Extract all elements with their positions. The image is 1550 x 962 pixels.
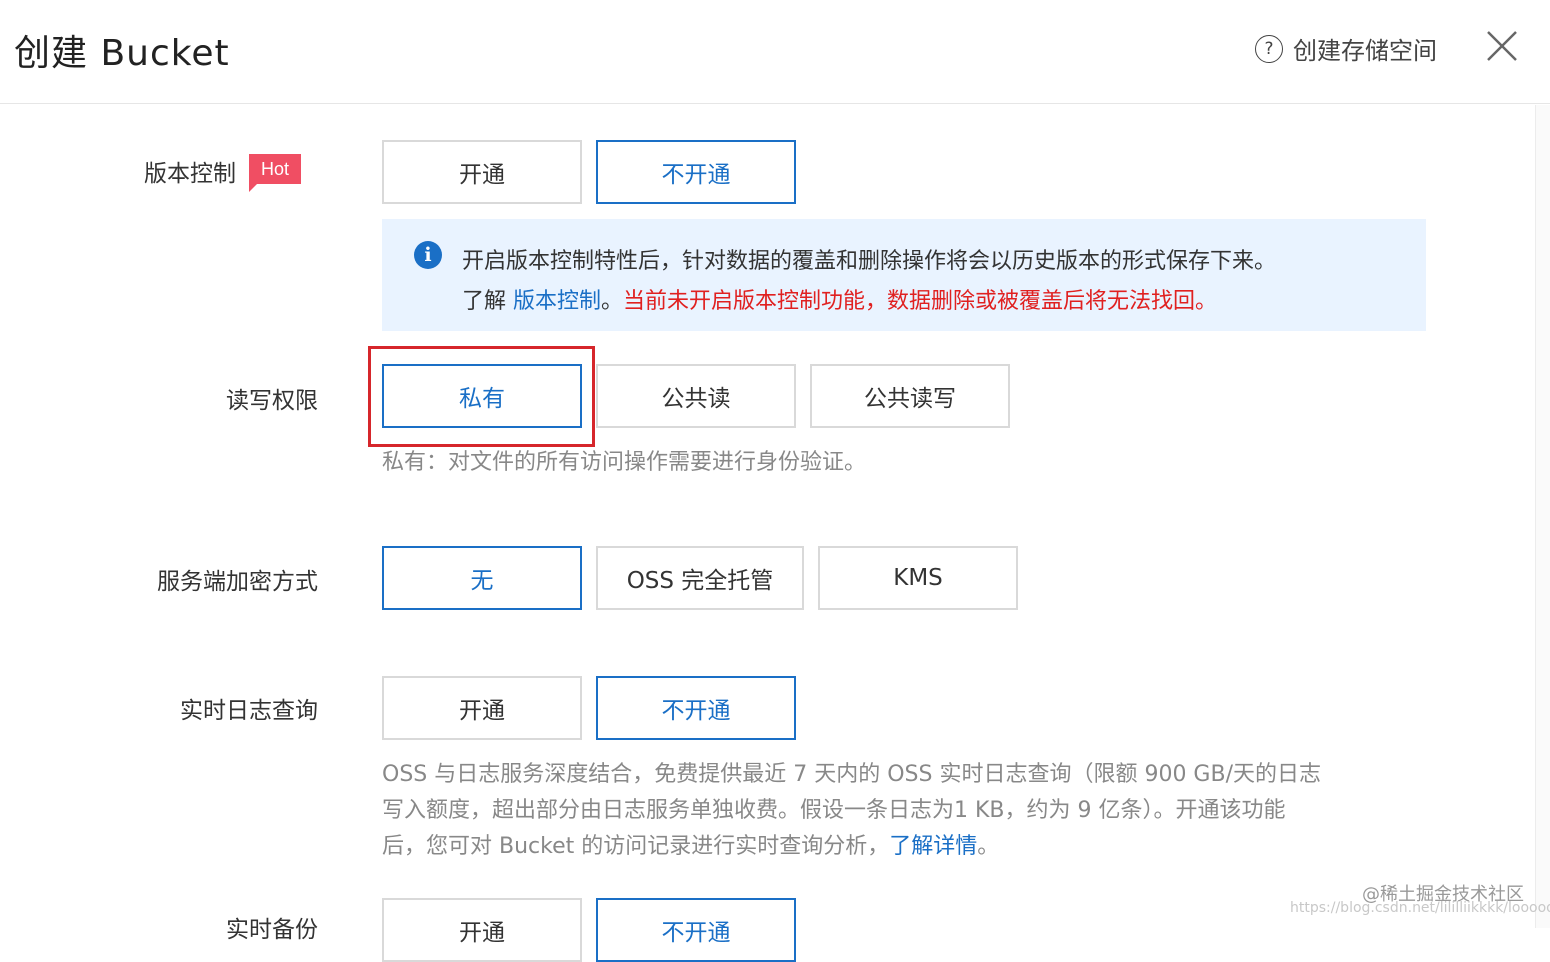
backup-on-button[interactable]: 开通 [382, 898, 582, 962]
info-text-2: 了解 版本控制。当前未开启版本控制功能，数据删除或被覆盖后将无法找回。 [462, 283, 1217, 315]
realtime-log-description-1: OSS 与日志服务深度结合，免费提供最近 7 天内的 OSS 实时日志查询（限额… [382, 762, 1321, 787]
versioning-label: 版本控制 [144, 161, 236, 187]
info-sep: 。 [601, 289, 624, 314]
close-button[interactable] [1484, 28, 1520, 64]
question-icon: ? [1255, 34, 1283, 63]
acl-public-read-button[interactable]: 公共读 [596, 364, 796, 428]
encryption-oss-managed-button[interactable]: OSS 完全托管 [596, 546, 804, 610]
help-label: 创建存储空间 [1293, 37, 1437, 65]
encryption-label: 服务端加密方式 [157, 569, 318, 595]
versioning-on-button[interactable]: 开通 [382, 140, 582, 204]
help-link[interactable]: ? 创建存储空间 [1255, 31, 1437, 66]
info-prefix: 了解 [462, 289, 507, 314]
encryption-none-button[interactable]: 无 [382, 546, 582, 610]
realtime-log-on-button[interactable]: 开通 [382, 676, 582, 740]
versioning-warning: 当前未开启版本控制功能，数据删除或被覆盖后将无法找回。 [623, 289, 1218, 314]
acl-label: 读写权限 [226, 388, 318, 414]
backup-label: 实时备份 [226, 917, 318, 943]
highlight-box [368, 346, 595, 447]
versioning-doc-link[interactable]: 版本控制 [513, 289, 601, 314]
dialog-title: 创建 Bucket [14, 33, 230, 74]
versioning-info-box: i 开启版本控制特性后，针对数据的覆盖和删除操作将会以历史版本的形式保存下来。 … [382, 219, 1426, 331]
acl-public-read-write-button[interactable]: 公共读写 [810, 364, 1010, 428]
realtime-log-learn-more-link[interactable]: 了解详情 [889, 834, 977, 859]
versioning-off-button[interactable]: 不开通 [596, 140, 796, 204]
info-text: 开启版本控制特性后，针对数据的覆盖和删除操作将会以历史版本的形式保存下来。 [462, 249, 1277, 274]
realtime-log-description-2: 写入额度，超出部分由日志服务单独收费。假设一条日志为1 KB，约为 9 亿条）。… [382, 798, 1286, 823]
realtime-log-desc-end: 。 [977, 834, 1000, 859]
acl-description: 私有：对文件的所有访问操作需要进行身份验证。 [382, 450, 867, 475]
dialog-header: 创建 Bucket ? 创建存储空间 [0, 0, 1550, 104]
watermark-url: https://blog.csdn.net/lililliikkkk/loooo… [1290, 900, 1550, 916]
encryption-kms-button[interactable]: KMS [818, 546, 1018, 610]
realtime-log-label: 实时日志查询 [180, 698, 318, 724]
realtime-log-off-button[interactable]: 不开通 [596, 676, 796, 740]
hot-badge: Hot [249, 154, 302, 192]
info-icon: i [414, 241, 442, 269]
backup-off-button[interactable]: 不开通 [596, 898, 796, 962]
realtime-log-desc-prefix: 后，您可对 Bucket 的访问记录进行实时查询分析， [382, 834, 890, 859]
close-icon [1487, 31, 1517, 61]
scrollbar[interactable] [1535, 105, 1550, 928]
realtime-log-description-3: 后，您可对 Bucket 的访问记录进行实时查询分析，了解详情。 [382, 829, 999, 865]
